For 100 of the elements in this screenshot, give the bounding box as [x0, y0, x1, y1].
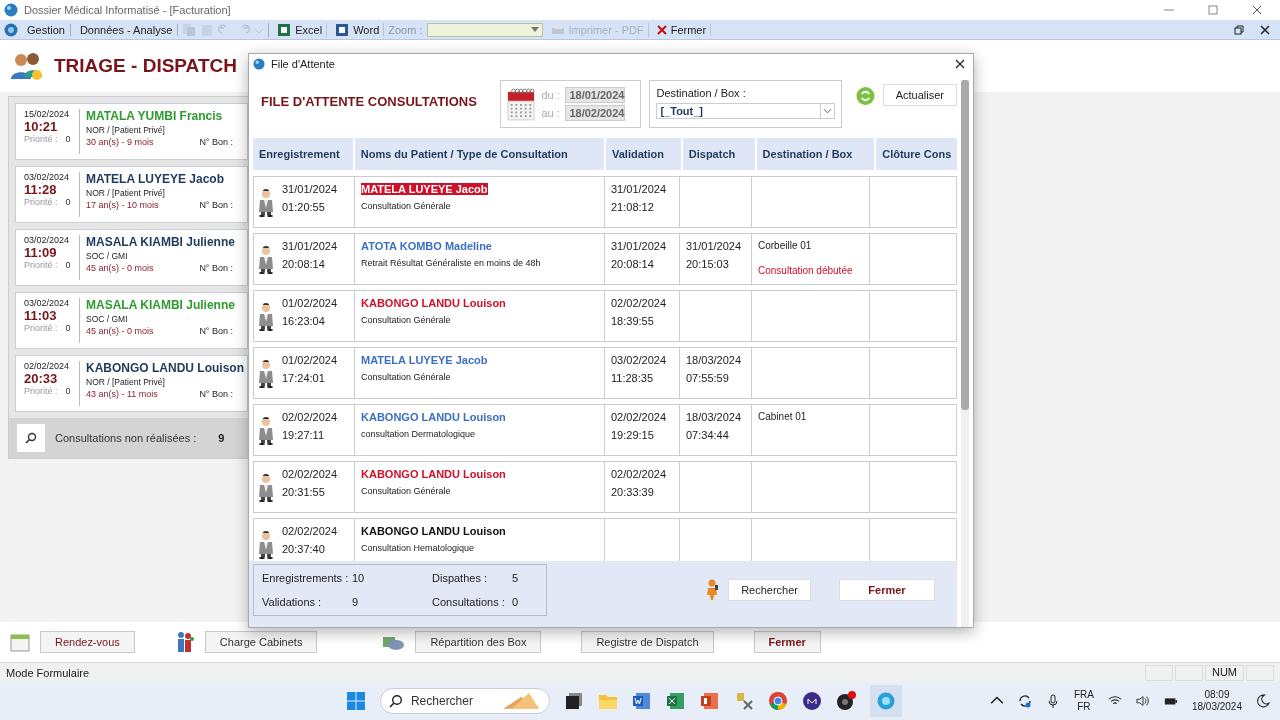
consultation-type: Consultation Générale — [361, 201, 451, 211]
patient-card[interactable]: 03/02/2024 11:09 Priorité : 0 MASALA KIAMBI Julienne SOC / GMI 45 an(s) - 0 mois N° Bon : — [15, 229, 248, 286]
column-header[interactable]: Clôture Cons — [876, 138, 957, 170]
destination-label: Destination / Box : — [656, 87, 747, 99]
doctor-icon — [258, 246, 274, 274]
microphone-icon[interactable] — [1045, 694, 1060, 708]
registration-time: 20:37:40 — [282, 543, 326, 555]
patient-name[interactable]: MATELA LUYEYE Jacob — [361, 183, 488, 195]
language-indicator[interactable]: FRA FR — [1073, 689, 1094, 713]
registration-date: 31/01/2024 — [282, 183, 338, 195]
patient-name[interactable]: KABONGO LANDU Louison — [361, 468, 506, 480]
spreadsheet-icon[interactable] — [665, 691, 686, 711]
action-button[interactable]: Charge Cabinets — [204, 631, 318, 653]
zoom-label: Zoom : — [388, 23, 423, 36]
scrollbar[interactable] — [961, 80, 969, 627]
action-button[interactable]: Registre de Dispatch — [581, 631, 714, 653]
action-button[interactable]: Répartition des Box — [415, 631, 542, 653]
stat-value: 5 — [512, 572, 520, 584]
close-button[interactable]: Fermer — [652, 23, 712, 36]
patient-age: 30 an(s) - 9 mois — [86, 137, 154, 147]
registration-date: 02/02/2024 — [282, 525, 338, 537]
dispatch-date: 18/03/2024 — [686, 411, 743, 423]
patient-card[interactable]: 15/02/2024 10:21 Priorité : 0 MATALA YUMBI Francis NOR / [Patient Privé] 30 an(s) - 9 mois N° Bon : — [15, 103, 248, 160]
to-date-field[interactable]: 18/02/2024 — [565, 105, 626, 121]
circle-app-icon[interactable] — [801, 691, 822, 711]
search-icon — [388, 694, 403, 708]
patient-name: MATALA YUMBI Francis — [86, 109, 224, 123]
column-header[interactable]: Dispatch — [682, 138, 755, 170]
search-field[interactable]: Rechercher — [379, 688, 550, 714]
app-icon — [253, 58, 265, 70]
clock[interactable]: 08:09 18/03/2024 — [1191, 689, 1242, 713]
card-date: 02/02/2024 — [24, 361, 71, 371]
close-icon[interactable] — [955, 59, 965, 69]
moon-icon[interactable] — [1256, 694, 1270, 708]
patient-name[interactable]: KABONGO LANDU Louison — [361, 297, 506, 309]
patient-age: 43 an(s) - 11 mois — [86, 389, 158, 399]
toolbar-button[interactable]: Word — [331, 22, 385, 37]
menu-item[interactable]: Données - Analyse — [74, 23, 179, 36]
active-app-icon[interactable] — [869, 685, 902, 717]
dropdown-caret-icon — [819, 103, 834, 119]
people-icon — [10, 51, 44, 81]
card-time: 11:28 — [24, 182, 58, 197]
num-indicator: NUM — [1204, 664, 1244, 681]
patient-name[interactable]: KABONGO LANDU Louison — [361, 525, 506, 537]
patient-name[interactable]: KABONGO LANDU Louison — [361, 411, 506, 423]
close-icon[interactable] — [1260, 24, 1270, 35]
priority-value: 0 — [65, 260, 71, 270]
dialog-title: File d'Attente — [271, 58, 335, 70]
consultation-type: Consultation Hematologique — [361, 543, 475, 553]
app-icon[interactable] — [4, 22, 18, 37]
priority-value: 0 — [65, 386, 71, 396]
action-button[interactable]: Fermer — [753, 631, 821, 653]
patient-card[interactable]: 02/02/2024 20:33 Priorité : 0 KABONGO LANDU Louison NOR / [Patient Privé] 43 an(s) - 11 mois N° Bon : — [15, 355, 248, 412]
toolbar-button[interactable]: Excel — [273, 22, 328, 37]
restore-icon[interactable] — [1234, 24, 1244, 35]
destination-dropdown[interactable]: [_Tout_] — [656, 103, 835, 119]
dispatch-time: 07:55:59 — [686, 372, 730, 384]
patient-card[interactable]: 03/02/2024 11:28 Priorité : 0 MATELA LUYEYE Jacob NOR / [Patient Privé] 17 an(s) - 10 mois N° Bon : — [15, 166, 248, 223]
search-button[interactable]: Rechercher — [728, 579, 811, 601]
patient-name[interactable]: ATOTA KOMBO Madeline — [361, 240, 492, 252]
column-header[interactable]: Enregistrement — [253, 138, 353, 170]
card-date: 03/02/2024 — [24, 172, 71, 182]
stat-label: Dispathes : — [432, 572, 489, 584]
validation-time: 11:28:35 — [611, 372, 654, 384]
doctor-icon — [258, 417, 274, 445]
search-icon — [25, 432, 37, 444]
task-view-icon[interactable] — [563, 691, 584, 711]
column-header[interactable]: Destination / Box — [756, 138, 875, 170]
from-label: du : — [541, 89, 561, 101]
sync-icon[interactable] — [1017, 694, 1032, 708]
column-header[interactable]: Validation — [606, 138, 681, 170]
dispatch-date: 18/03/2024 — [686, 354, 743, 366]
presentation-icon[interactable] — [699, 691, 720, 711]
bon-label: N° Bon : — [199, 263, 233, 273]
patient-name: KABONGO LANDU Louison — [86, 361, 245, 375]
from-date-field[interactable]: 18/01/2024 — [565, 87, 626, 103]
search-button[interactable] — [17, 424, 45, 452]
close-icon[interactable] — [1252, 5, 1262, 15]
browser-icon[interactable] — [767, 691, 788, 711]
window-title: Dossier Médical Informatisé - [Facturation] — [24, 4, 231, 16]
action-button[interactable]: Rendez-vous — [40, 631, 135, 653]
speaker-icon[interactable] — [1135, 694, 1150, 708]
stat-label: Enregistrements : — [262, 572, 350, 584]
patient-name[interactable]: MATELA LUYEYE Jacob — [361, 354, 488, 366]
consultation-type: Consultation Générale — [361, 372, 451, 382]
validation-date: 31/01/2024 — [611, 183, 668, 195]
registration-date: 02/02/2024 — [282, 411, 338, 423]
menu-item[interactable]: Gestion — [22, 23, 71, 36]
start-icon[interactable] — [345, 691, 366, 711]
patient-card[interactable]: 03/02/2024 11:03 Priorité : 0 MASALA KIAMBI Julienne SOC / GMI 45 an(s) - 0 mois N° Bon : — [15, 292, 248, 349]
patient-name: MASALA KIAMBI Julienne — [86, 298, 236, 312]
record-app-icon[interactable] — [835, 691, 856, 711]
document-icon[interactable] — [631, 691, 652, 711]
close-button[interactable]: Fermer — [839, 579, 935, 601]
registration-time: 01:20:55 — [282, 201, 326, 213]
priority-label: Priorité : — [24, 386, 58, 396]
stat-label: Consultations : — [432, 596, 506, 608]
column-header[interactable]: Noms du Patient / Type de Consultation — [354, 138, 604, 170]
refresh-button[interactable]: Actualiser — [882, 84, 957, 106]
status-note: Consultation débutée — [758, 265, 854, 276]
